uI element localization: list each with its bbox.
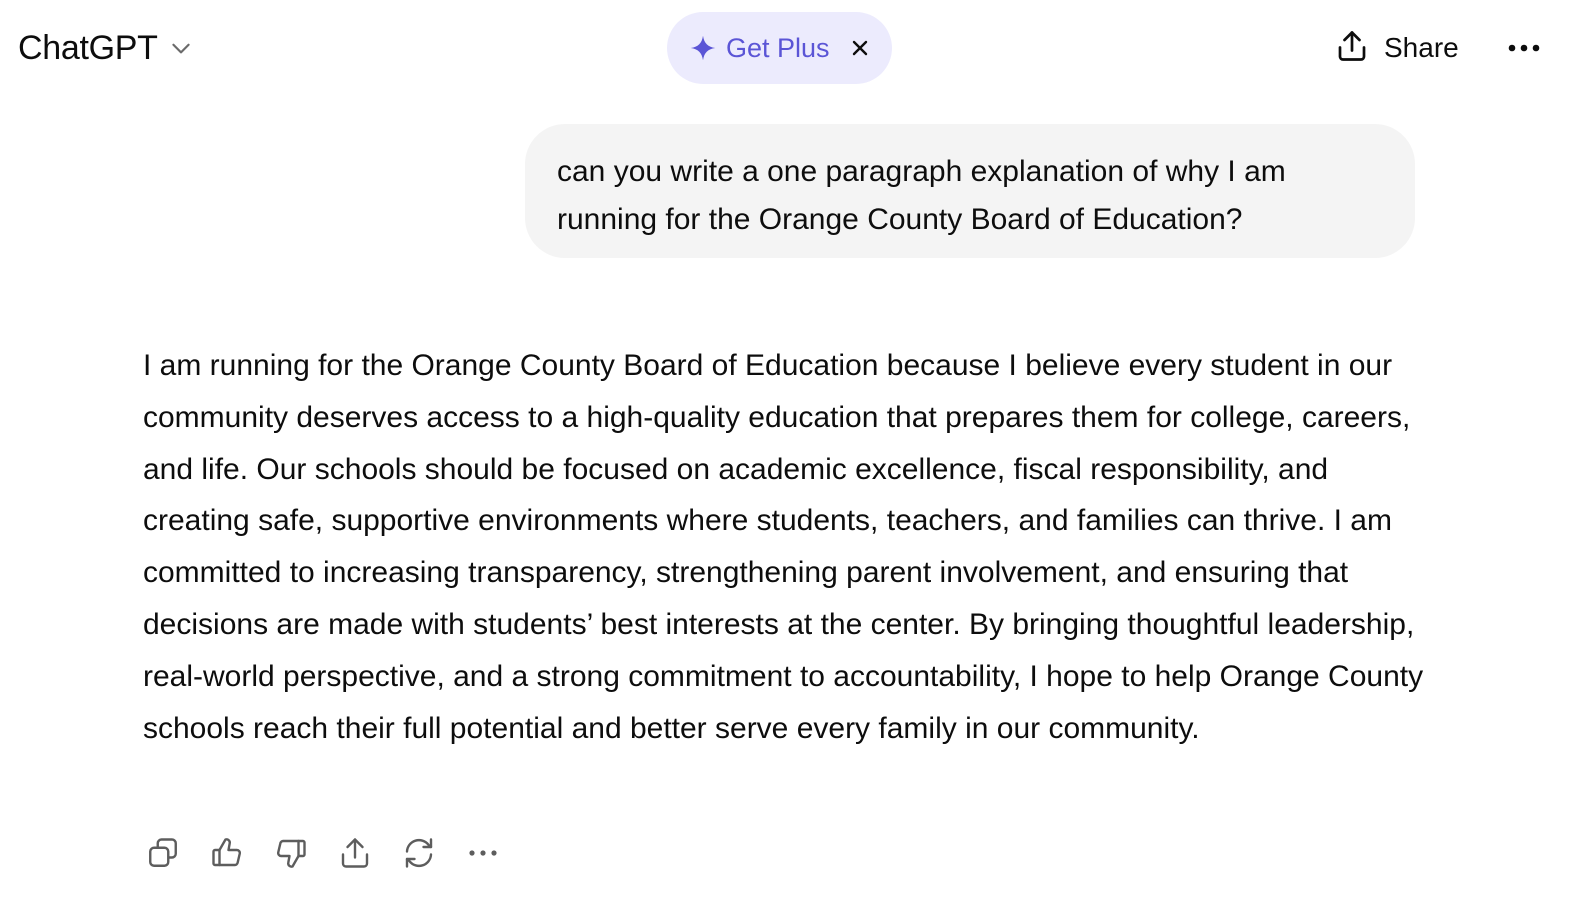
share-icon[interactable] xyxy=(335,833,375,873)
regenerate-icon[interactable] xyxy=(399,833,439,873)
get-plus-label: Get Plus xyxy=(726,32,830,63)
chevron-down-icon xyxy=(168,35,194,61)
copy-icon[interactable] xyxy=(143,833,183,873)
assistant-message: I am running for the Orange County Board… xyxy=(143,349,1424,745)
top-bar: ChatGPT Get Plus Share xyxy=(0,0,1576,96)
thumbs-down-icon[interactable] xyxy=(271,833,311,873)
more-icon[interactable] xyxy=(1504,30,1544,66)
share-label: Share xyxy=(1384,32,1459,63)
message-actions xyxy=(143,833,527,873)
sparkle-icon xyxy=(689,34,717,62)
model-switcher[interactable]: ChatGPT xyxy=(18,26,194,70)
close-icon[interactable] xyxy=(848,36,872,60)
model-name: ChatGPT xyxy=(18,28,158,67)
user-message: can you write a one paragraph explanatio… xyxy=(525,124,1415,258)
share-icon xyxy=(1334,28,1370,69)
share-button[interactable]: Share xyxy=(1334,24,1459,72)
thumbs-up-icon[interactable] xyxy=(207,833,247,873)
more-icon[interactable] xyxy=(463,833,503,873)
get-plus-button[interactable]: Get Plus xyxy=(667,12,892,84)
